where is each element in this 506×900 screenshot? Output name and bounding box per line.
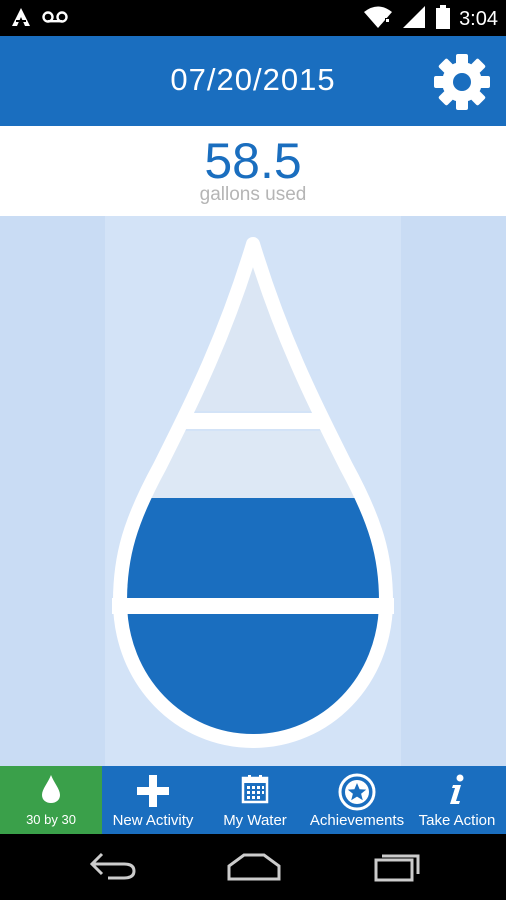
app-header: 07/20/2015	[0, 36, 506, 126]
calendar-icon	[241, 774, 269, 809]
system-nav-bar	[0, 834, 506, 900]
gear-icon	[434, 54, 490, 110]
plus-icon	[136, 774, 170, 813]
drop-filled-middle-segment	[120, 498, 386, 608]
info-icon	[447, 774, 467, 811]
water-drop-icon	[40, 774, 62, 809]
settings-button[interactable]	[432, 52, 492, 112]
voicemail-icon	[42, 10, 68, 29]
nav-label-30-by-30: 30 by 30	[26, 812, 76, 827]
status-right: 3:04	[363, 4, 498, 35]
nav-item-new-activity[interactable]: New Activity	[102, 766, 204, 834]
home-icon[interactable]	[226, 852, 282, 887]
gallons-used-label: gallons used	[199, 184, 307, 205]
status-left	[10, 6, 68, 33]
nav-item-my-water[interactable]: My Water	[204, 766, 306, 834]
star-badge-icon	[337, 772, 377, 817]
back-icon[interactable]	[88, 850, 138, 887]
app-notification-icon	[10, 6, 32, 33]
nav-label-my-water: My Water	[223, 812, 287, 829]
nav-item-30-by-30[interactable]: 30 by 30	[0, 766, 102, 834]
water-drop-illustration	[112, 237, 394, 748]
recents-icon[interactable]	[372, 852, 422, 887]
nav-item-take-action[interactable]: Take Action	[408, 766, 506, 834]
status-time: 3:04	[459, 8, 498, 30]
wifi-icon	[363, 4, 393, 35]
water-drop-panel	[0, 216, 506, 766]
battery-icon	[435, 4, 451, 35]
current-date: 07/20/2015	[170, 62, 336, 97]
bottom-nav: 30 by 30 New Activity My Water Achieveme…	[0, 766, 506, 834]
nav-item-achievements[interactable]: Achievements	[306, 766, 408, 834]
nav-label-achievements: Achievements	[309, 812, 405, 829]
nav-label-take-action: Take Action	[418, 812, 496, 829]
signal-icon	[401, 4, 427, 35]
status-bar: 3:04	[0, 0, 506, 36]
gallons-used-value: 58.5	[204, 133, 302, 189]
usage-panel: 58.5 gallons used	[0, 126, 506, 216]
nav-label-new-activity: New Activity	[112, 812, 194, 829]
